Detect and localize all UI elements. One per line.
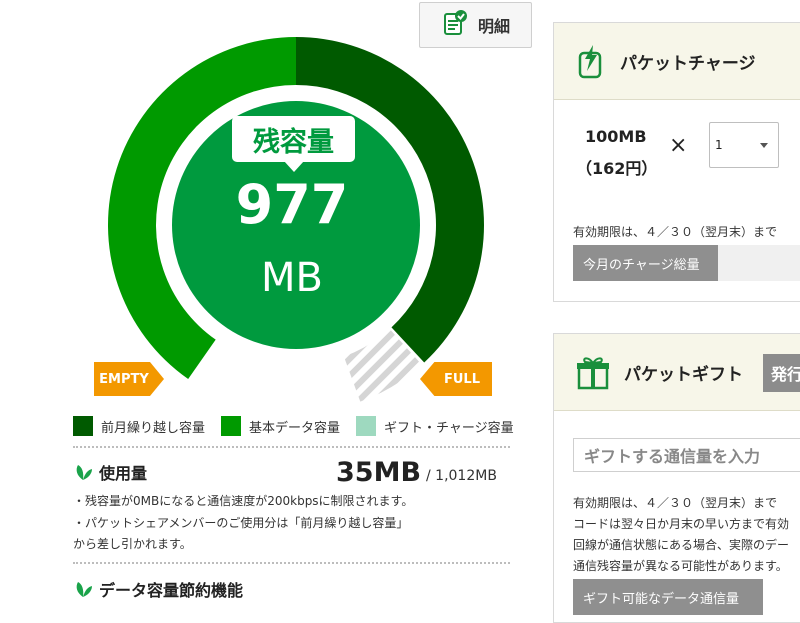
empty-tag: EMPTY (94, 362, 164, 396)
usage-title: 使用量 (73, 460, 147, 484)
usage-title-text: 使用量 (99, 464, 148, 483)
gift-note: コードは翌々日か月末の早い方まで有効 (573, 517, 790, 531)
full-tag: FULL (420, 362, 492, 396)
charge-quantity-select[interactable]: 1 (709, 122, 779, 168)
gift-note: 有効期限は、４／３０（翌月末）まで (573, 496, 778, 510)
remaining-value: 977 (235, 173, 349, 236)
divider (73, 446, 510, 448)
gift-note: 回線が通信状態にある場合、実際のデー (573, 538, 790, 552)
charge-amount: 100MB (585, 127, 647, 146)
remaining-label: 残容量 (232, 116, 355, 172)
legend-label: 前月繰り越し容量 (101, 420, 206, 436)
remaining-unit: MB (261, 255, 323, 301)
packet-charge-header: パケットチャージ (554, 23, 800, 100)
legend-item-basic: 基本データ容量 (221, 416, 340, 436)
usage-note: ・パケットシェアメンバーのご使用分は「前月繰り越し容量」 (73, 516, 409, 530)
monthly-charge-total-value (718, 245, 800, 281)
leaf-icon (76, 582, 92, 597)
usage-value: 35MB (336, 457, 422, 488)
legend-label: 基本データ容量 (249, 420, 341, 436)
phone-charge-icon (578, 45, 602, 79)
legend-item-carryover: 前月繰り越し容量 (73, 416, 205, 436)
packet-charge-panel: パケットチャージ 100MB （162円） × 1 有効期限は、４／３０（翌月末… (553, 22, 800, 302)
issue-button[interactable]: 発行 (763, 354, 800, 392)
multiply-sign: × (669, 133, 688, 158)
gauge-legend: 前月繰り越し容量 基本データ容量 ギフト・チャージ容量 (73, 416, 530, 436)
legend-swatch (221, 416, 242, 436)
saving-title: データ容量節約機能 (73, 577, 243, 601)
charge-price: （162円） (576, 159, 658, 178)
divider (73, 562, 510, 564)
gift-note: 通信残容量が異なる可能性があります。 (573, 559, 788, 573)
gift-available-label: ギフト可能なデータ通信量 (573, 579, 763, 615)
usage-note: から差し引かれます。 (73, 537, 192, 551)
saving-title-text: データ容量節約機能 (99, 581, 244, 600)
gift-amount-input[interactable]: ギフトする通信量を入力 (573, 438, 800, 472)
packet-charge-title: パケットチャージ (620, 53, 756, 74)
chevron-down-icon (760, 143, 768, 148)
legend-swatch (73, 416, 93, 436)
legend-label: ギフト・チャージ容量 (384, 420, 514, 436)
packet-gift-panel: パケットギフト 発行 ギフトする通信量を入力 有効期限は、４／３０（翌月末）まで… (553, 333, 800, 623)
quantity-value: 1 (715, 138, 723, 152)
gift-box-icon (577, 357, 609, 390)
usage-total: / 1,012MB (426, 468, 497, 484)
charge-validity: 有効期限は、４／３０（翌月末）まで (573, 225, 778, 239)
usage-note: ・残容量が0MBになると通信速度が200kbpsに制限されます。 (73, 494, 414, 508)
leaf-icon (76, 465, 92, 480)
legend-item-gift: ギフト・チャージ容量 (356, 416, 514, 436)
packet-gift-title: パケットギフト (624, 364, 743, 385)
legend-swatch (356, 416, 377, 436)
monthly-charge-total-label: 今月のチャージ総量 (573, 245, 718, 281)
